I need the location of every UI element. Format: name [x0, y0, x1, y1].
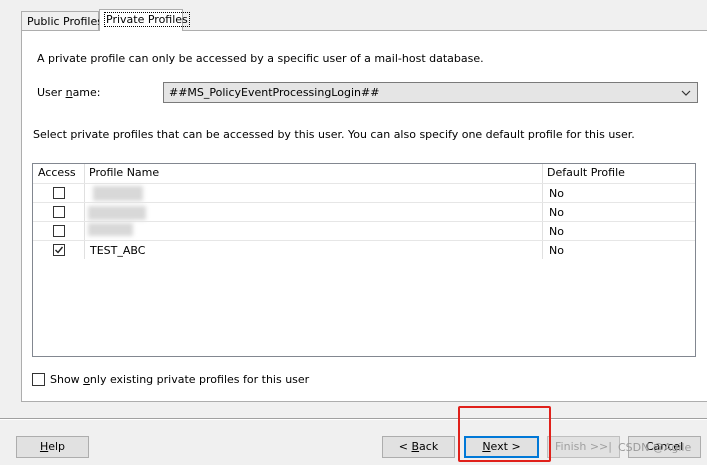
- default-profile-cell[interactable]: No: [549, 244, 564, 257]
- table-row[interactable]: No: [33, 221, 695, 240]
- back-button[interactable]: < Back: [382, 436, 455, 458]
- access-checkbox[interactable]: [53, 225, 65, 237]
- user-name-value: ##MS_PolicyEventProcessingLogin##: [169, 86, 380, 99]
- column-header-default-profile[interactable]: Default Profile: [547, 166, 625, 179]
- access-checkbox[interactable]: [53, 187, 65, 199]
- redacted-profile-name: [93, 186, 143, 201]
- watermark-text: CSDN @Agile: [618, 441, 692, 454]
- access-checkbox[interactable]: [53, 206, 65, 218]
- tab-private-profiles[interactable]: Private Profiles: [99, 9, 190, 31]
- default-profile-cell[interactable]: No: [549, 225, 564, 238]
- help-button[interactable]: Help: [16, 436, 89, 458]
- default-profile-cell[interactable]: No: [549, 206, 564, 219]
- redacted-profile-name: [88, 206, 146, 220]
- table-row[interactable]: No: [33, 202, 695, 221]
- private-profiles-grid[interactable]: Access Profile Name Default Profile No N…: [32, 163, 696, 357]
- checkmark-icon: [55, 246, 64, 254]
- profile-name-cell[interactable]: TEST_ABC: [90, 244, 145, 257]
- show-only-existing-checkbox[interactable]: [32, 373, 45, 386]
- tab-public-profiles[interactable]: Public Profiles: [21, 11, 103, 30]
- footer-separator-highlight: [0, 419, 707, 420]
- redacted-profile-name: [88, 223, 133, 236]
- column-header-profile-name[interactable]: Profile Name: [89, 166, 159, 179]
- instruction-text: Select private profiles that can be acce…: [33, 128, 635, 141]
- tab-public-profiles-label: Public Profiles: [27, 15, 103, 28]
- highlight-annotation: [458, 406, 551, 462]
- user-name-label: User name:: [37, 86, 101, 99]
- column-header-access[interactable]: Access: [38, 166, 76, 179]
- default-profile-cell[interactable]: No: [549, 187, 564, 200]
- user-name-dropdown[interactable]: ##MS_PolicyEventProcessingLogin##: [163, 82, 698, 103]
- table-row[interactable]: No: [33, 183, 695, 202]
- grid-header: Access Profile Name Default Profile: [33, 164, 695, 183]
- description-text: A private profile can only be accessed b…: [37, 52, 484, 65]
- finish-button[interactable]: Finish >>|: [547, 436, 620, 458]
- show-only-existing-label[interactable]: Show only existing private profiles for …: [50, 373, 309, 386]
- tab-private-profiles-label: Private Profiles: [104, 12, 190, 27]
- chevron-down-icon: [681, 90, 691, 96]
- access-checkbox[interactable]: [53, 244, 65, 256]
- table-row[interactable]: TEST_ABC No: [33, 240, 695, 259]
